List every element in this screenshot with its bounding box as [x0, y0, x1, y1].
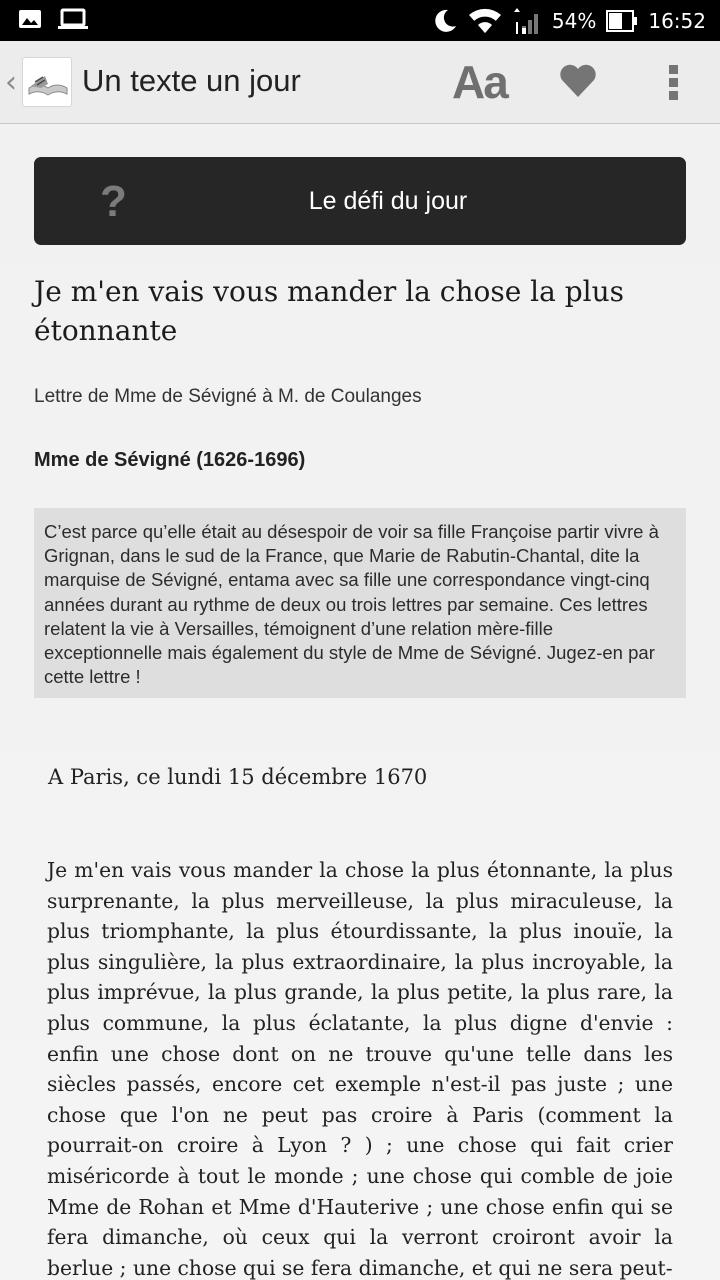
image-icon: [19, 10, 41, 28]
app-logo[interactable]: [22, 57, 72, 107]
favorite-button[interactable]: [556, 59, 600, 103]
overflow-menu-button[interactable]: [658, 59, 688, 109]
daily-challenge-button[interactable]: ? Le défi du jour: [34, 157, 686, 245]
battery-icon: [606, 9, 638, 32]
battery-percent: 54%: [551, 8, 597, 33]
content-area: ? Le défi du jour Je m'en vais vous mand…: [0, 124, 720, 1280]
moon-icon: [435, 9, 456, 32]
letter-date: A Paris, ce lundi 15 décembre 1670: [48, 765, 428, 789]
laptop-icon: [58, 8, 88, 29]
intro-box: C’est parce qu’elle était au désespoir d…: [34, 508, 686, 698]
font-size-button[interactable]: Aa: [452, 55, 512, 109]
text-author: Mme de Sévigné (1626-1696): [34, 449, 306, 471]
text-subtitle: Lettre de Mme de Sévigné à M. de Coulang…: [34, 386, 422, 407]
clock: 16:52: [648, 8, 706, 33]
open-book-icon: [28, 76, 68, 96]
status-bar: 54% 16:52: [0, 0, 720, 41]
letter-body: Je m'en vais vous mander la chose la plu…: [47, 858, 673, 1280]
overflow-menu-icon: [669, 65, 678, 100]
signal-icon: [513, 7, 538, 34]
wifi-icon: [468, 8, 501, 33]
app-bar: ‹ Un texte un jour Aa: [0, 41, 720, 124]
text-title: Je m'en vais vous mander la chose la plu…: [34, 275, 625, 347]
app-title: Un texte un jour: [82, 63, 301, 98]
heart-icon: [560, 64, 596, 97]
back-chevron-icon[interactable]: ‹: [5, 65, 17, 100]
daily-challenge-label: Le défi du jour: [308, 187, 468, 215]
